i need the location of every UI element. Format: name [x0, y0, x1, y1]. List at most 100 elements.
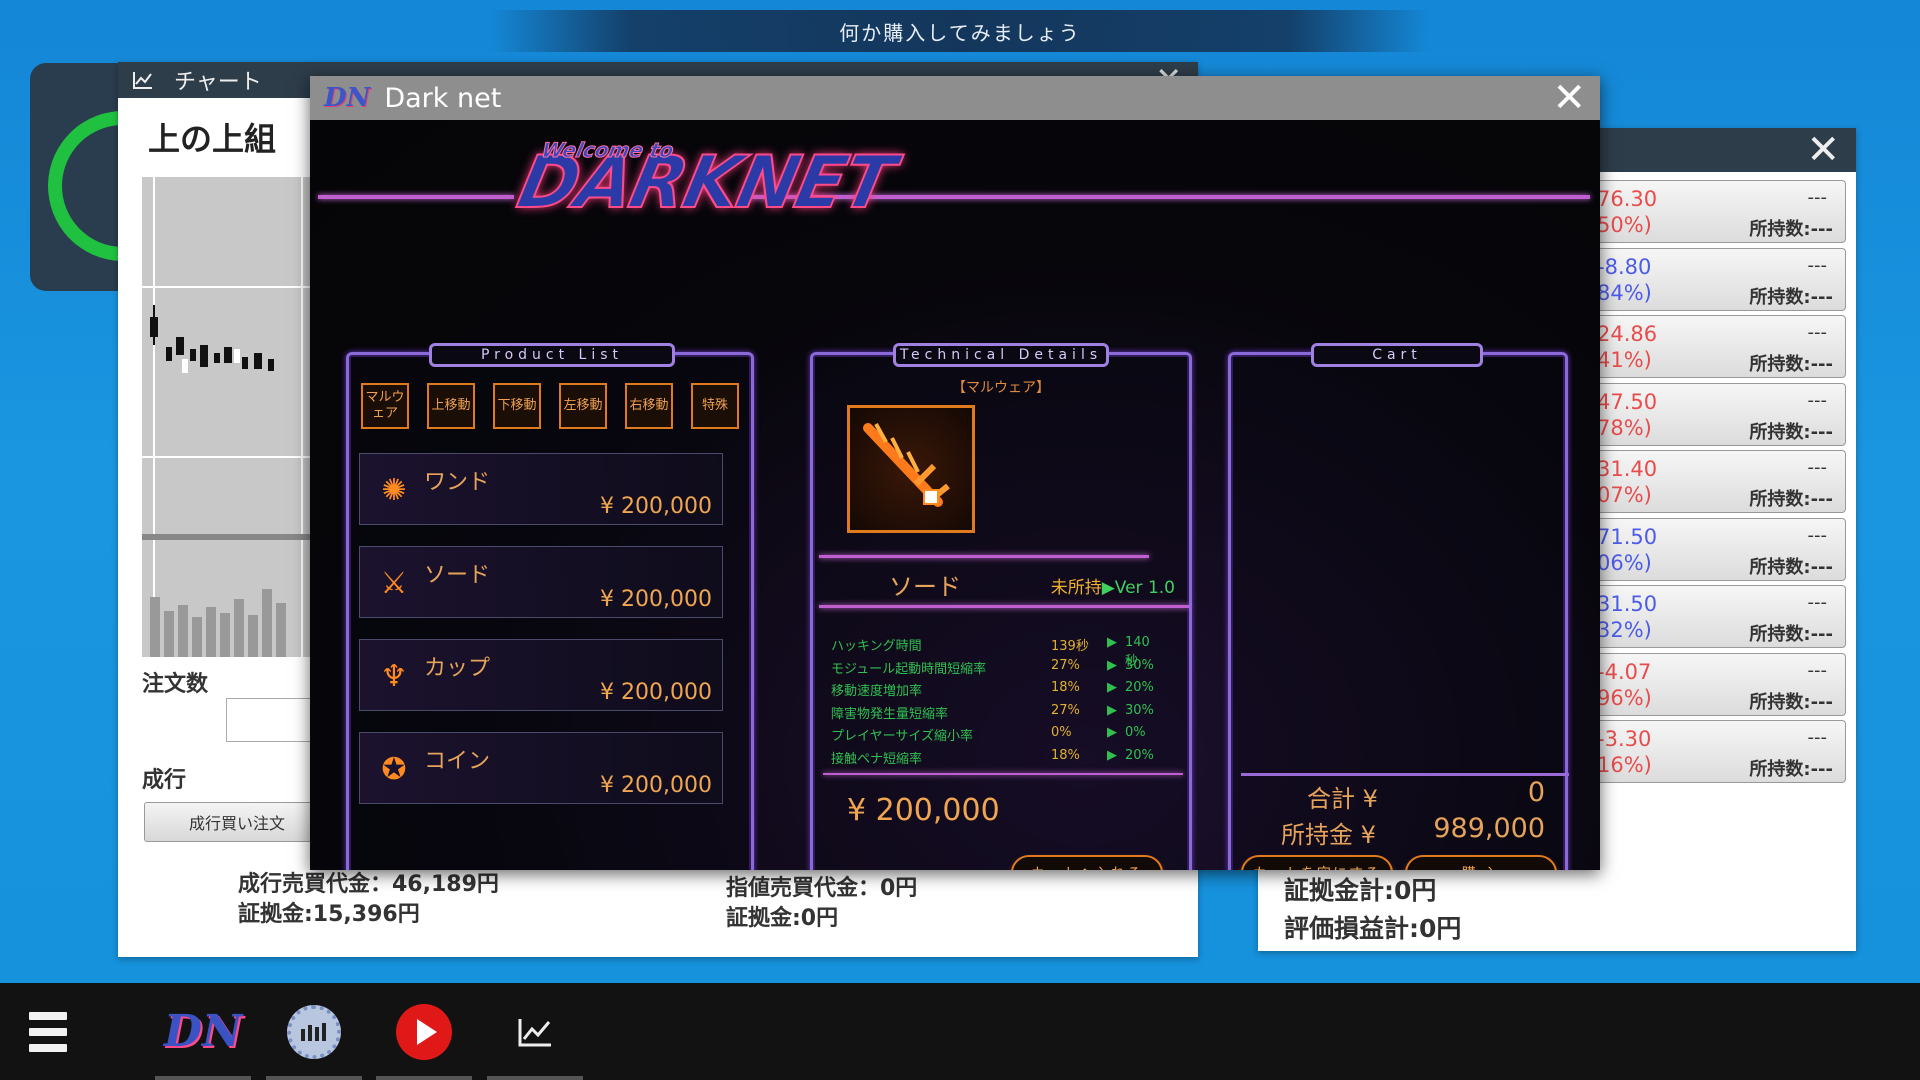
purchase-button[interactable]: 購 入 — [1405, 855, 1557, 870]
taskbar-darknet-button[interactable]: DN — [155, 983, 251, 1080]
product-name: ワンド — [424, 470, 491, 495]
position-qty-dash: --- — [1807, 322, 1828, 343]
product-card[interactable]: ✪ コイン ¥ 200,000 — [359, 732, 723, 804]
position-pct: 50%) — [1597, 213, 1652, 237]
position-held: 所持数:--- — [1749, 354, 1833, 375]
market-margin: 証拠金:15,396円 — [238, 902, 420, 927]
product-name: コイン — [424, 749, 491, 774]
detail-name-line — [819, 605, 1189, 608]
market-buy-button[interactable]: 成行買い注文 — [144, 802, 330, 842]
stat-row: 障害物発生量短縮率 27% ▶ 30% — [831, 703, 1161, 725]
taskbar: DN — [0, 983, 1920, 1080]
product-price: ¥ 200,000 — [600, 587, 712, 612]
product-card[interactable]: ✺ ワンド ¥ 200,000 — [359, 453, 723, 525]
market-order-summary: 成行売買代金：46,189円 証拠金:15,396円 — [238, 870, 499, 930]
darknet-titlebar[interactable]: DN Dark net ✕ — [310, 76, 1600, 120]
position-qty-dash: --- — [1807, 727, 1828, 748]
position-price: -4.07 — [1597, 659, 1652, 684]
stat-upgraded: 20% — [1125, 747, 1154, 763]
arrow-right-icon: ▶ — [1107, 635, 1117, 650]
notification-banner: 何か購入してみましょう — [490, 10, 1430, 52]
category-button[interactable]: 右移動 — [625, 383, 673, 429]
stat-name: 移動速度増加率 — [831, 684, 923, 699]
order-qty-label: 注文数 — [142, 672, 209, 697]
cart-total-value: 0 — [1527, 777, 1545, 808]
darknet-close-icon[interactable]: ✕ — [1552, 76, 1586, 120]
position-held: 所持数:--- — [1749, 759, 1833, 780]
product-card[interactable]: ♆ カップ ¥ 200,000 — [359, 639, 723, 711]
darknet-logo-welcome: Welcome to — [539, 138, 677, 163]
limit-order-summary: 指値売買代金：0円 証拠金:0円 — [726, 874, 917, 934]
stock-name: 上の上組 — [148, 120, 277, 158]
category-button[interactable]: 特殊 — [691, 383, 739, 429]
stat-current: 27% — [1051, 702, 1080, 718]
position-price: 71.50 — [1597, 524, 1658, 549]
cart-total-label: 合計 ¥ — [1307, 785, 1378, 813]
stat-name: モジュール起動時間短縮率 — [831, 661, 987, 677]
position-held: 所持数:--- — [1749, 286, 1833, 308]
pnl-total: 評価損益計:0円 — [1284, 914, 1462, 943]
stat-current: 18% — [1051, 680, 1080, 695]
cart-label: Cart — [1311, 343, 1483, 367]
stat-current: 18% — [1051, 747, 1080, 763]
stat-upgraded: 30% — [1125, 702, 1154, 718]
detail-owned-status: 未所持 — [1050, 578, 1102, 598]
position-qty-dash: --- — [1807, 659, 1828, 681]
stat-row: ハッキング時間 139秒 ▶ 140秒 — [831, 635, 1161, 669]
stat-row: プレイヤーサイズ縮小率 0% ▶ 0% — [831, 725, 1161, 747]
category-button[interactable]: マルウェア — [361, 383, 409, 429]
chart-line-icon — [133, 72, 152, 89]
position-pct: 32%) — [1597, 618, 1652, 642]
empty-cart-button[interactable]: カートを空にする — [1241, 855, 1393, 870]
sword-image-icon — [847, 405, 975, 533]
position-qty-dash: --- — [1807, 457, 1828, 478]
menu-icon — [29, 1011, 67, 1052]
play-icon — [396, 1003, 452, 1060]
taskbar-settings-button[interactable] — [266, 983, 362, 1080]
position-pct: 06%) — [1597, 550, 1652, 575]
stat-upgraded: 20% — [1125, 680, 1154, 695]
position-held: 所持数:--- — [1749, 489, 1833, 510]
position-held: 所持数:--- — [1749, 556, 1833, 578]
taskbar-menu-button[interactable] — [20, 983, 76, 1080]
position-qty-dash: --- — [1807, 389, 1828, 411]
market-order-label: 成行 — [142, 768, 187, 793]
arrow-right-icon: ▶ — [1107, 657, 1117, 673]
wand-icon: ✺ — [381, 472, 407, 508]
technical-details-panel: Technical Details 【マルウェア】 ソード 未所持▶Ver 1.… — [810, 343, 1192, 870]
margin-total: 証拠金計:0円 — [1284, 876, 1437, 905]
add-to-cart-button[interactable]: カートへ入れる — [1011, 855, 1163, 870]
position-qty-dash: --- — [1807, 187, 1828, 208]
detail-price: ¥ 200,000 — [847, 793, 1000, 828]
detail-top-line — [819, 555, 1149, 558]
darknet-window: DN Dark net ✕ DARKNET Welcome to Product… — [310, 76, 1600, 870]
chart-icon — [518, 1018, 551, 1046]
category-button[interactable]: 左移動 — [559, 383, 607, 429]
position-price: 76.30 — [1597, 187, 1658, 211]
market-trade-amount: 成行売買代金：46,189円 — [238, 872, 499, 897]
category-button[interactable]: 下移動 — [493, 383, 541, 429]
position-price: 24.86 — [1597, 322, 1658, 346]
banner-text: 何か購入してみましょう — [839, 20, 1081, 45]
position-pct: 84%) — [1597, 280, 1652, 305]
position-price: 31.40 — [1597, 457, 1658, 481]
darknet-icon: DN — [163, 1006, 243, 1057]
product-card[interactable]: ⚔ ソード ¥ 200,000 — [359, 546, 723, 618]
position-held: 所持数:--- — [1749, 219, 1833, 240]
taskbar-play-button[interactable] — [376, 983, 472, 1080]
darknet-logo-icon: DN — [324, 83, 371, 113]
darknet-window-title: Dark net — [384, 82, 502, 114]
positions-close-icon[interactable]: ✕ — [1806, 130, 1840, 170]
product-name: カップ — [424, 656, 491, 681]
position-held: 所持数:--- — [1749, 624, 1833, 645]
detail-version-text: ▶Ver 1.0 — [1101, 578, 1175, 598]
taskbar-chart-button[interactable] — [487, 983, 583, 1080]
stat-name: プレイヤーサイズ縮小率 — [831, 729, 973, 744]
product-price: ¥ 200,000 — [600, 494, 712, 519]
category-button[interactable]: 上移動 — [427, 383, 475, 429]
cart-panel: Cart 合計 ¥ 0 所持金 ¥ 989,000 カートを空にする 購 入 — [1228, 343, 1569, 870]
position-price: 47.50 — [1597, 389, 1658, 414]
product-name: ソード — [424, 563, 491, 588]
position-pct: 07%) — [1597, 483, 1652, 507]
stat-current: 139秒 — [1051, 639, 1089, 654]
